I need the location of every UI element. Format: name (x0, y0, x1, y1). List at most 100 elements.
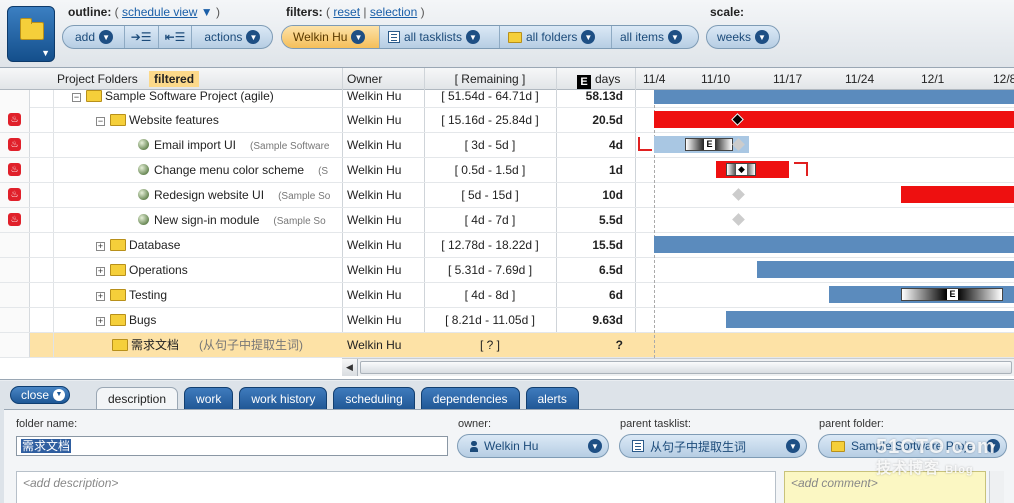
row-owner[interactable]: Welkin Hu (347, 183, 423, 207)
task-status-icon[interactable] (138, 214, 149, 225)
filters-button-group: Welkin Hu ▼ all tasklists ▼ all folders … (281, 25, 699, 49)
scale-weeks-button[interactable]: weeks ▼ (707, 26, 779, 48)
row-gutter (30, 233, 54, 257)
filter-folders-button[interactable]: all folders ▼ (500, 26, 612, 48)
folder-icon (110, 239, 126, 251)
row-remaining: [ 5d - 15d ] (461, 188, 519, 202)
row-owner[interactable]: Welkin Hu (347, 333, 423, 357)
chevron-down-icon: ▼ (99, 30, 114, 44)
parent-tasklist-select[interactable]: 从句子中提取生词 ▼ (619, 434, 807, 458)
filters-selection-link[interactable]: selection (370, 5, 417, 19)
scroll-left-icon[interactable]: ◀ (342, 359, 358, 376)
row-name[interactable]: + Operations (96, 258, 188, 282)
row-days: 20.5d (592, 113, 623, 127)
filter-items-button[interactable]: all items ▼ (612, 26, 698, 48)
gantt-bar[interactable] (901, 186, 1014, 203)
collapse-icon[interactable]: − (72, 93, 81, 102)
expand-icon[interactable]: + (96, 242, 105, 251)
owner-label: owner: (458, 418, 492, 430)
milestone-icon (732, 188, 745, 201)
outline-label-text: outline: (68, 5, 112, 19)
description-panel: folder name: 需求文档 owner: Welkin Hu ▼ par… (4, 409, 1014, 503)
row-name[interactable]: + Database (96, 233, 180, 257)
header-remaining[interactable]: [ Remaining ] (425, 68, 555, 90)
expand-icon[interactable]: + (96, 267, 105, 276)
expand-icon[interactable]: + (96, 317, 105, 326)
row-days: 15.5d (592, 238, 623, 252)
row-gutter (0, 258, 30, 282)
row-owner[interactable]: Welkin Hu (347, 233, 423, 257)
row-remaining: [ ? ] (479, 338, 500, 352)
header-days[interactable]: Edays (577, 68, 620, 90)
task-status-icon[interactable] (138, 164, 149, 175)
close-button[interactable]: close ▼ (10, 386, 71, 404)
row-owner[interactable]: Welkin Hu (347, 208, 423, 232)
tab-description[interactable]: description (96, 387, 179, 410)
gantt-bar[interactable] (757, 261, 1014, 278)
gantt-bar[interactable] (654, 90, 1014, 104)
row-remaining: [ 4d - 8d ] (464, 288, 516, 302)
tab-work[interactable]: work (184, 387, 234, 410)
tab-scheduling[interactable]: scheduling (333, 387, 415, 410)
tasklist-icon (388, 31, 400, 43)
tab-work-history[interactable]: work history (239, 387, 328, 410)
row-owner[interactable]: Welkin Hu (347, 283, 423, 307)
add-button[interactable]: add ▼ (63, 26, 125, 48)
header-owner[interactable]: Owner (347, 68, 382, 90)
row-name[interactable]: Email import UI (Sample Software (138, 133, 342, 157)
row-owner[interactable]: Welkin Hu (347, 258, 423, 282)
row-name-subtitle: (S (318, 166, 329, 177)
filter-tasklists-button[interactable]: all tasklists ▼ (380, 26, 500, 48)
priority-flame-icon[interactable]: ♨ (8, 138, 21, 151)
paren-close: ) (215, 5, 220, 19)
schedule-view-caret-icon[interactable]: ▼ (201, 5, 213, 19)
row-name[interactable]: Redesign website UI (Sample So (138, 183, 342, 207)
row-name[interactable]: + Testing (96, 283, 167, 307)
edit-button-group: add ▼ ➔☰ ⇤☰ actions ▼ (62, 25, 273, 49)
collapse-icon[interactable]: − (96, 117, 105, 126)
row-owner[interactable]: Welkin Hu (347, 308, 423, 332)
row-name[interactable]: 需求文档 (从句子中提取生词) (112, 333, 342, 357)
filter-user-button[interactable]: Welkin Hu ▼ (282, 26, 380, 48)
folder-menu-button[interactable]: ▼ (7, 6, 55, 62)
header-project-folders[interactable]: Project Folders filtered (57, 68, 200, 90)
gantt-bar[interactable] (654, 111, 1014, 128)
description-textarea[interactable]: <add description> (16, 471, 776, 503)
indent-button[interactable]: ➔☰ (125, 26, 159, 48)
outdent-button[interactable]: ⇤☰ (159, 26, 193, 48)
gantt-bar[interactable] (726, 311, 1014, 328)
row-name[interactable]: + Bugs (96, 308, 156, 332)
estimate-marker-icon: E (947, 289, 958, 300)
tab-alerts[interactable]: alerts (525, 387, 579, 410)
gantt-bar[interactable] (654, 236, 1014, 253)
priority-flame-icon[interactable]: ♨ (8, 113, 21, 126)
priority-flame-icon[interactable]: ♨ (8, 213, 21, 226)
row-owner[interactable]: Welkin Hu (347, 158, 423, 182)
row-gutter (30, 283, 54, 307)
task-status-icon[interactable] (138, 189, 149, 200)
tab-dependencies[interactable]: dependencies (420, 387, 520, 410)
row-name[interactable]: New sign-in module (Sample So (138, 208, 342, 232)
row-name-subtitle: (Sample So (273, 216, 326, 227)
owner-select[interactable]: Welkin Hu ▼ (457, 434, 609, 458)
schedule-view-link[interactable]: schedule view (122, 5, 197, 19)
row-name-text: Redesign website UI (154, 188, 265, 202)
task-status-icon[interactable] (138, 139, 149, 150)
row-owner[interactable]: Welkin Hu (347, 108, 423, 132)
row-name[interactable]: − Sample Software Project (agile) (72, 90, 274, 108)
row-owner[interactable]: Welkin Hu (347, 133, 423, 157)
priority-flame-icon[interactable]: ♨ (8, 188, 21, 201)
row-gutter (30, 183, 54, 207)
scrollbar-thumb[interactable] (360, 361, 1012, 374)
expand-icon[interactable]: + (96, 292, 105, 301)
row-remaining: [ 8.21d - 11.05d ] (445, 313, 535, 327)
filters-reset-link[interactable]: reset (333, 5, 360, 19)
row-gutter (30, 90, 54, 108)
priority-flame-icon[interactable]: ♨ (8, 163, 21, 176)
row-name[interactable]: Change menu color scheme (S (138, 158, 342, 182)
row-remaining: [ 5.31d - 7.69d ] (447, 263, 533, 277)
horizontal-scrollbar[interactable]: ◀ (342, 358, 1014, 376)
row-name[interactable]: − Website features (96, 108, 219, 132)
actions-button[interactable]: actions ▼ (192, 26, 272, 48)
folder-name-input[interactable]: 需求文档 (16, 436, 448, 456)
